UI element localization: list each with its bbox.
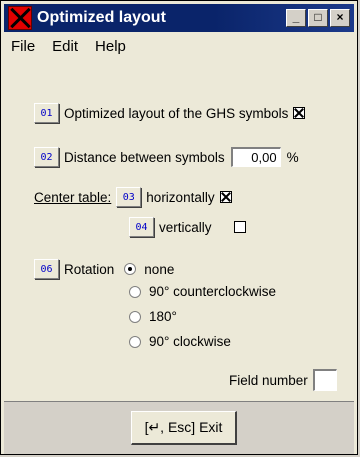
distance-row: 02 Distance between symbols 0,00 %: [34, 147, 299, 167]
exit-button[interactable]: [↵, Esc] Exit: [131, 411, 237, 445]
menu-bar: File Edit Help: [4, 35, 354, 57]
optimized-layout-label: Optimized layout of the GHS symbols: [64, 105, 289, 121]
menu-file[interactable]: File: [11, 38, 35, 55]
window-title: Optimized layout: [37, 9, 166, 26]
distance-input[interactable]: 0,00: [230, 147, 281, 167]
rotation-none-label: none: [144, 261, 175, 277]
option-02-button[interactable]: 02: [34, 147, 59, 167]
horizontally-label: horizontally: [146, 189, 215, 205]
distance-label: Distance between symbols: [64, 149, 225, 165]
rotation-label: Rotation: [64, 261, 115, 277]
app-icon: [8, 6, 32, 30]
rotation-ccw-row: 90° counterclockwise: [129, 284, 276, 299]
optimized-layout-row: 01 Optimized layout of the GHS symbols: [34, 103, 306, 123]
rotation-180-radio[interactable]: [129, 310, 141, 323]
rotation-90ccw-radio[interactable]: [129, 285, 141, 298]
title-bar[interactable]: Optimized layout _ □ ×: [4, 4, 354, 32]
rotation-row: 06 Rotation none: [34, 259, 174, 279]
distance-unit: %: [286, 149, 299, 165]
vertically-checkbox[interactable]: [233, 221, 246, 233]
dialog-window: Optimized layout _ □ × File Edit Help 01…: [0, 0, 358, 455]
rotation-180-row: 180°: [129, 309, 177, 324]
maximize-button[interactable]: □: [308, 9, 328, 27]
vertically-label: vertically: [159, 219, 212, 235]
rotation-90ccw-label: 90° counterclockwise: [149, 284, 276, 299]
optimized-layout-checkbox[interactable]: [293, 107, 306, 119]
close-button[interactable]: ×: [330, 9, 350, 27]
center-horizontal-row: Center table: 03 horizontally: [34, 187, 232, 207]
option-03-button[interactable]: 03: [116, 187, 142, 207]
minimize-button[interactable]: _: [286, 9, 306, 27]
option-04-button[interactable]: 04: [129, 217, 154, 237]
option-01-button[interactable]: 01: [34, 103, 59, 123]
rotation-180-label: 180°: [149, 309, 177, 324]
menu-edit[interactable]: Edit: [52, 38, 78, 55]
field-number-label: Field number: [229, 372, 308, 388]
rotation-none-radio[interactable]: [124, 263, 137, 275]
field-number-row: Field number: [229, 369, 337, 391]
center-table-label: Center table:: [34, 189, 112, 205]
center-vertical-row: 04 vertically: [129, 217, 246, 237]
menu-help[interactable]: Help: [95, 38, 126, 55]
option-06-button[interactable]: 06: [34, 259, 59, 279]
footer-bar: [↵, Esc] Exit: [4, 401, 354, 454]
field-number-input[interactable]: [312, 369, 337, 391]
horizontally-checkbox[interactable]: [219, 191, 232, 203]
rotation-cw-row: 90° clockwise: [129, 334, 231, 349]
options-panel: 01 Optimized layout of the GHS symbols 0…: [4, 61, 354, 396]
rotation-90cw-label: 90° clockwise: [149, 334, 231, 349]
rotation-90cw-radio[interactable]: [129, 335, 141, 348]
